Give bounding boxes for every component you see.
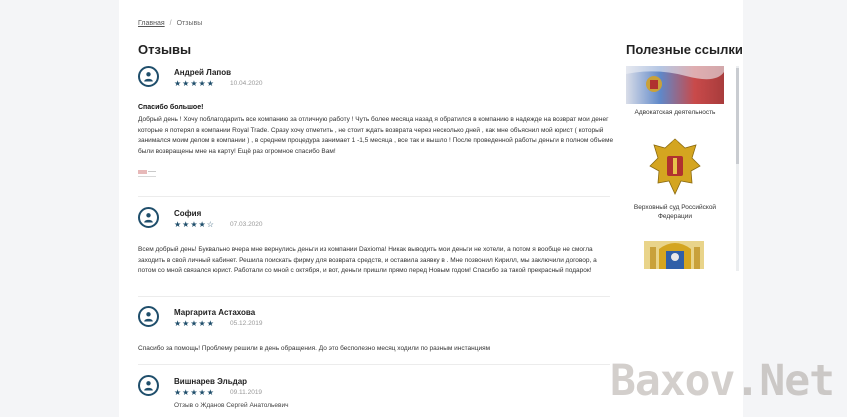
rating-stars: ★★★★★ <box>174 79 215 88</box>
review-heading: Спасибо большое! <box>138 104 204 111</box>
coat-of-arms-icon <box>644 241 704 269</box>
breadcrumb-separator: / <box>169 20 172 27</box>
watermark: Baxov.Net <box>610 356 835 406</box>
avatar <box>138 207 159 228</box>
review-subject: Отзыв о Жданов Сергей Анатольевич <box>174 402 289 409</box>
attachment-image-icon <box>138 170 156 177</box>
sidebar-title: Полезные ссылки <box>626 42 743 57</box>
review-date: 09.11.2019 <box>230 389 263 396</box>
avatar <box>138 306 159 327</box>
attachment-thumbnail[interactable] <box>138 166 158 177</box>
review-date: 05.12.2019 <box>230 320 263 327</box>
divider <box>138 196 610 197</box>
user-icon <box>144 381 153 391</box>
supreme-court-emblem-icon <box>649 138 701 195</box>
sidebar-link-advocacy[interactable]: Адвокатская деятельность <box>626 108 724 117</box>
rating-stars: ★★★★☆ <box>174 220 215 229</box>
rating-stars: ★★★★★ <box>174 319 215 328</box>
sidebar-scrollbar-thumb[interactable] <box>736 68 739 164</box>
user-icon <box>144 213 153 223</box>
rating-stars: ★★★★★ <box>174 388 215 397</box>
breadcrumb-current: Отзывы <box>176 20 203 27</box>
review-body: Всем добрый день! Буквально вчера мне ве… <box>138 246 597 274</box>
avatar <box>138 375 159 396</box>
breadcrumb: Главная / Отзывы <box>138 20 202 27</box>
sidebar-link-image-coat-of-arms[interactable] <box>626 237 724 269</box>
review-author: Андрей Лапов <box>174 68 232 77</box>
flag-emblem-icon <box>626 66 724 104</box>
review-date: 10.04.2020 <box>230 80 263 87</box>
avatar <box>138 66 159 87</box>
breadcrumb-home-link[interactable]: Главная <box>138 20 165 27</box>
divider <box>138 296 610 297</box>
review-body: Спасибо за помощь! Проблему решили в ден… <box>138 345 491 352</box>
review-author: Маргарита Астахова <box>174 308 256 317</box>
page-title: Отзывы <box>138 42 192 57</box>
sidebar-link-image-advocacy[interactable] <box>626 66 724 104</box>
page: Главная / Отзывы Отзывы Полезные ссылки Ан… <box>0 0 847 417</box>
review-date: 07.03.2020 <box>230 221 263 228</box>
sidebar-link-supreme-court[interactable]: Верховный суд Российской Федерации <box>626 203 724 221</box>
review-body: Добрый день ! Хочу поблагодарить все ком… <box>138 116 614 155</box>
review-author: София <box>174 209 202 218</box>
divider <box>138 364 610 365</box>
review-author: Вишнарев Эльдар <box>174 377 248 386</box>
user-icon <box>144 312 153 322</box>
user-icon <box>144 72 153 82</box>
sidebar-link-image-supreme-court[interactable] <box>626 136 724 200</box>
